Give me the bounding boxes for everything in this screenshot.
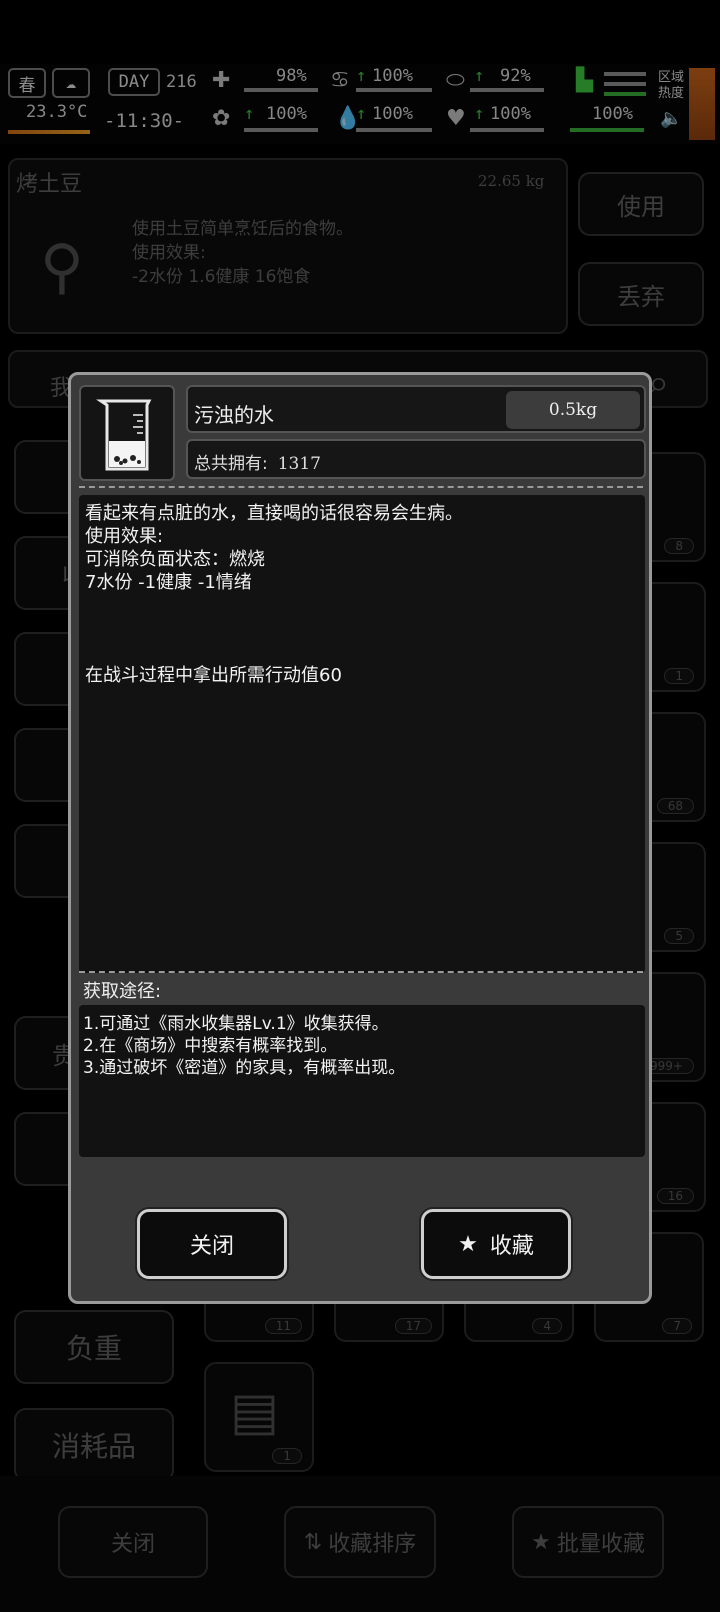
- divider: [79, 486, 643, 488]
- weather-cloud-icon: ☁: [52, 68, 90, 98]
- sandwich-icon: ▤: [230, 1382, 280, 1442]
- mood-value: 100%: [266, 104, 307, 124]
- slot-count: 16: [656, 1188, 694, 1204]
- favorite-button-label: 收藏: [489, 1234, 534, 1259]
- heart-bar: [470, 128, 544, 132]
- bg-desc-line-3: -2水份 1.6健康 16饱食: [132, 267, 311, 287]
- item-icon-frame: [79, 385, 175, 481]
- close-button[interactable]: 关闭: [137, 1209, 287, 1279]
- sort-favorites-label: 收藏排序: [328, 1532, 417, 1557]
- temperature-bar: [8, 130, 90, 134]
- speaker-icon[interactable]: 🔈: [660, 108, 682, 130]
- beaker-icon: [96, 399, 152, 471]
- favorite-button[interactable]: ★ 收藏: [421, 1209, 571, 1279]
- slot-count: 4: [532, 1318, 562, 1334]
- sort-favorites-button[interactable]: ⇅ 收藏排序: [284, 1506, 436, 1578]
- status-bar: 春 ☁ 23.3°C DAY 216 -11:30- ✚ 98% ♋ ↑ 100…: [0, 64, 720, 144]
- bottom-close-button[interactable]: 关闭: [58, 1506, 208, 1578]
- heart-icon: ♥: [446, 106, 466, 131]
- day-number: 216: [166, 72, 197, 92]
- slot-count: 7: [662, 1318, 692, 1334]
- source-title: 获取途径:: [83, 981, 162, 1002]
- medkit-icon: ✚: [212, 68, 231, 93]
- water-up-icon: ↑: [356, 104, 367, 124]
- brain-icon: ✿: [212, 106, 231, 131]
- bg-item-weight: 22.65 kg: [478, 172, 545, 190]
- health-bar: [244, 88, 318, 92]
- heart-value: 100%: [490, 104, 531, 124]
- source-box: 1.可通过《雨水收集器Lv.1》收集获得。 2.在《商场》中搜索有概率找到。 3…: [79, 1005, 645, 1157]
- tab-consumables[interactable]: 消耗品: [14, 1408, 174, 1482]
- batch-favorite-button[interactable]: ★ 批量收藏: [512, 1506, 664, 1578]
- pill-up-icon: ↑: [474, 66, 485, 86]
- item-weight: 0.5kg: [506, 391, 640, 429]
- slot-count: 11: [264, 1318, 302, 1334]
- stripe-2: [604, 82, 646, 86]
- stripe-1: [604, 72, 646, 76]
- star-icon: ★: [458, 1231, 478, 1257]
- owned-count-box: 总共拥有: 1317: [186, 439, 646, 479]
- tab-weight[interactable]: 负重: [14, 1310, 174, 1384]
- potato-skewer-icon: ⚲: [40, 232, 84, 302]
- stamina-value: 100%: [592, 104, 633, 124]
- inventory-slot[interactable]: ▤ 1: [204, 1362, 314, 1472]
- mood-up-icon: ↑: [244, 104, 255, 124]
- season-badge: 春: [8, 68, 46, 98]
- water-bar: [356, 128, 432, 132]
- owned-count: 1317: [277, 454, 321, 474]
- use-button[interactable]: 使用: [578, 172, 704, 236]
- pill-bar: [470, 88, 544, 92]
- stripe-3: [604, 92, 646, 96]
- source-line: 3.通过破坏《密道》的家具，有概率出现。: [83, 1058, 406, 1078]
- bg-desc-line-2: 使用效果:: [132, 243, 206, 263]
- item-name-box: 污浊的水 0.5kg: [186, 385, 646, 433]
- sort-arrows-icon: ⇅: [303, 1529, 323, 1555]
- temperature-value: 23.3°C: [26, 102, 88, 122]
- stamina-bar: [570, 128, 644, 132]
- slot-count: 17: [394, 1318, 432, 1334]
- day-label: DAY: [118, 72, 150, 92]
- batch-star-icon: ★: [531, 1529, 551, 1555]
- region-heat-label: 区域热度: [658, 70, 685, 101]
- heart-up-icon: ↑: [474, 104, 485, 124]
- stomach-icon: ♋: [330, 68, 350, 93]
- pill-value: 92%: [500, 66, 531, 86]
- stomach-bar: [356, 88, 432, 92]
- discard-button[interactable]: 丢弃: [578, 262, 704, 326]
- owned-label: 总共拥有:: [194, 454, 268, 474]
- description-box: 看起来有点脏的水，直接喝的话很容易会生病。 使用效果: 可消除负面状态：燃烧 7…: [79, 495, 645, 973]
- slot-count: 1: [272, 1448, 302, 1464]
- divider: [79, 971, 643, 973]
- batch-favorite-label: 批量收藏: [556, 1532, 645, 1557]
- description-line: 7水份 -1健康 -1情绪: [85, 572, 252, 593]
- mood-bar: [244, 128, 318, 132]
- slot-count: 8: [664, 538, 694, 554]
- slot-count: 68: [656, 798, 694, 814]
- region-heat-strip: [689, 68, 715, 140]
- health-value: 98%: [276, 66, 307, 86]
- slot-count: 5: [664, 928, 694, 944]
- bg-item-name: 烤土豆: [16, 172, 83, 197]
- pill-icon: ⬭: [446, 68, 465, 93]
- slot-count: 1: [664, 668, 694, 684]
- water-value: 100%: [372, 104, 413, 124]
- stomach-up-icon: ↑: [356, 66, 367, 86]
- boot-icon: ▙: [576, 68, 593, 93]
- item-name: 污浊的水: [194, 403, 274, 427]
- stomach-value: 100%: [372, 66, 413, 86]
- season-label: 春: [18, 75, 36, 96]
- bg-desc-line-1: 使用土豆简单烹饪后的食物。: [132, 219, 353, 239]
- item-detail-dialog: 污浊的水 0.5kg 总共拥有: 1317 看起来有点脏的水，直接喝的话很容易会生…: [68, 372, 652, 1304]
- day-badge: DAY: [108, 68, 160, 96]
- clock-value: -11:30-: [104, 110, 185, 132]
- description-line: 在战斗过程中拿出所需行动值60: [85, 665, 342, 686]
- close-button-label: 关闭: [189, 1234, 234, 1259]
